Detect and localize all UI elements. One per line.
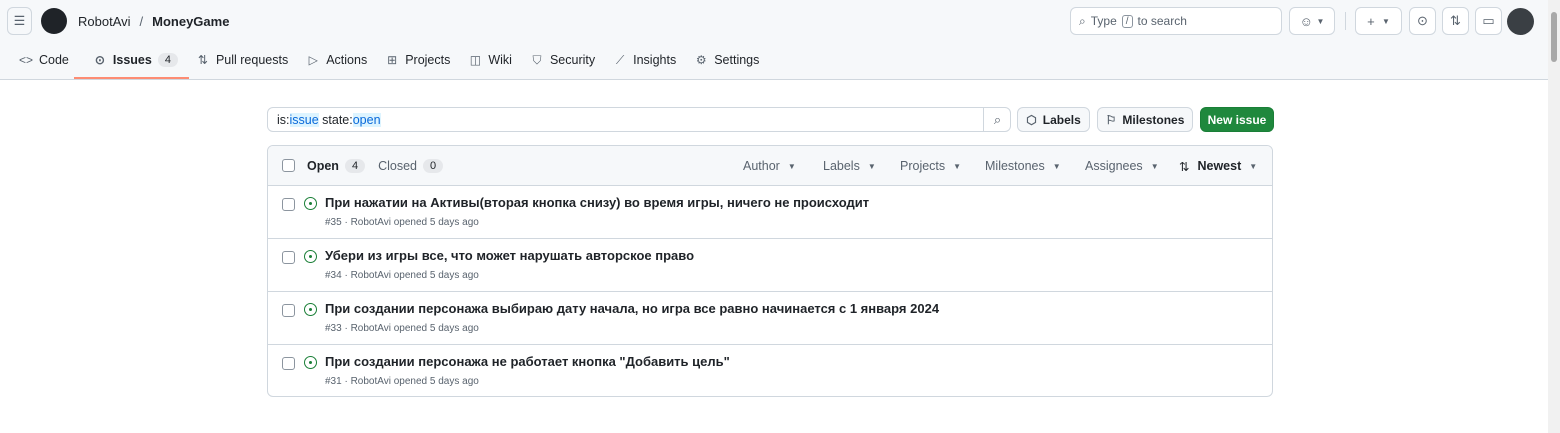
chevron-down-icon: ▼ (1052, 161, 1061, 171)
search-button[interactable]: ⌕ (983, 107, 1011, 132)
plus-icon: + (1367, 13, 1375, 29)
inbox-icon: ▭ (1482, 13, 1495, 28)
milestone-icon: ⚐ (1105, 112, 1117, 127)
tab-pull-requests[interactable]: ⇅ Pull requests (187, 50, 297, 70)
issue-opened-icon (304, 356, 317, 369)
pull-requests-button[interactable]: ⇅ (1442, 7, 1469, 35)
owner-link[interactable]: RobotAvi (78, 14, 131, 29)
issue-meta: #33 · RobotAvi opened 5 days ago (325, 323, 479, 334)
create-new-button[interactable]: + ▼ (1355, 7, 1402, 35)
repo-header: ☰ RobotAvi / MoneyGame ⌕ Type / to searc… (0, 0, 1548, 80)
issue-opened-icon: ⊙ (94, 53, 105, 67)
table-icon: ⊞ (387, 53, 398, 67)
issue-row: Убери из игры все, что может нарушать ав… (268, 239, 1272, 292)
gear-icon: ⚙ (695, 53, 707, 67)
global-search-input[interactable]: ⌕ Type / to search (1070, 7, 1282, 35)
issue-checkbox[interactable] (282, 198, 295, 211)
issue-title[interactable]: При создании персонажа выбираю дату нача… (325, 301, 939, 316)
tab-insights[interactable]: ⟋ Insights (604, 50, 685, 70)
projects-filter[interactable]: Projects ▼ (900, 146, 961, 186)
chevron-down-icon: ▼ (867, 161, 876, 171)
labels-button[interactable]: ⬡ Labels (1017, 107, 1090, 132)
issue-checkbox[interactable] (282, 357, 295, 370)
issues-search-input[interactable]: is: issue state: open (267, 107, 1011, 132)
github-logo-icon[interactable] (41, 8, 67, 34)
issue-meta: #31 · RobotAvi opened 5 days ago (325, 376, 479, 387)
repo-nav: <> Code ⊙ Issues 4 ⇅ Pull requests ▷ Actions … (10, 50, 768, 79)
avatar[interactable] (1507, 8, 1534, 35)
new-issue-button[interactable]: New issue (1200, 107, 1274, 132)
hamburger-icon: ☰ (13, 13, 26, 28)
open-count: 4 (344, 158, 366, 173)
issue-opened-icon (304, 303, 317, 316)
labels-filter[interactable]: Labels ▼ (823, 146, 876, 186)
chevron-down-icon: ▼ (1316, 16, 1325, 26)
chevron-down-icon: ▼ (1249, 161, 1258, 171)
graph-icon: ⟋ (615, 52, 625, 67)
sort-button[interactable]: ⇅ Newest ▼ (1179, 146, 1257, 186)
issue-row: При создании персонажа не работает кнопк… (268, 345, 1272, 396)
chevron-down-icon: ▼ (1150, 161, 1159, 171)
git-pull-request-icon: ⇅ (197, 53, 208, 67)
closed-filter[interactable]: Closed (378, 159, 417, 173)
milestones-filter[interactable]: Milestones ▼ (985, 146, 1061, 186)
code-icon: <> (19, 53, 34, 67)
scrollbar[interactable] (1548, 0, 1560, 433)
author-filter[interactable]: Author ▼ (743, 146, 796, 186)
issues-list-header: Open 4 Closed 0 Author ▼ Labels ▼ Projects… (268, 146, 1272, 186)
copilot-icon: ☺ (1299, 13, 1313, 29)
issue-title[interactable]: При создании персонажа не работает кнопк… (325, 354, 730, 369)
shield-icon: ⛉ (532, 52, 542, 67)
chevron-down-icon: ▼ (953, 161, 962, 171)
issue-title[interactable]: При нажатии на Активы(вторая кнопка сниз… (325, 195, 869, 210)
issue-meta: #35 · RobotAvi opened 5 days ago (325, 217, 479, 228)
sort-icon: ⇅ (1179, 159, 1190, 174)
issue-title[interactable]: Убери из игры все, что может нарушать ав… (325, 248, 694, 263)
search-icon: ⌕ (1079, 13, 1086, 28)
search-icon: ⌕ (993, 111, 1002, 127)
issue-checkbox[interactable] (282, 304, 295, 317)
assignees-filter[interactable]: Assignees ▼ (1085, 146, 1159, 186)
issue-opened-icon: ⊙ (1417, 13, 1428, 28)
shortcut-key: / (1121, 14, 1133, 28)
issue-meta: #34 · RobotAvi opened 5 days ago (325, 270, 479, 281)
tab-settings[interactable]: ⚙ Settings (685, 50, 768, 70)
tab-wiki[interactable]: ◫ Wiki (459, 50, 521, 70)
issues-button[interactable]: ⊙ (1409, 7, 1436, 35)
issue-row: При создании персонажа выбираю дату нача… (268, 292, 1272, 345)
play-icon: ▷ (308, 53, 318, 67)
issue-opened-icon (304, 197, 317, 210)
issues-list: Open 4 Closed 0 Author ▼ Labels ▼ Projects… (267, 145, 1273, 397)
closed-count: 0 (423, 158, 444, 173)
milestones-button[interactable]: ⚐ Milestones (1097, 107, 1193, 132)
tag-icon: ⬡ (1026, 112, 1037, 127)
issue-row: При нажатии на Активы(вторая кнопка сниз… (268, 186, 1272, 239)
tab-security[interactable]: ⛉ Security (521, 50, 604, 70)
issue-opened-icon (304, 250, 317, 263)
tab-code[interactable]: <> Code (10, 50, 78, 70)
tab-issues[interactable]: ⊙ Issues 4 (73, 50, 189, 79)
git-pull-request-icon: ⇅ (1450, 13, 1461, 28)
issue-checkbox[interactable] (282, 251, 295, 264)
select-all-checkbox[interactable] (282, 159, 295, 172)
chevron-down-icon: ▼ (1381, 16, 1390, 26)
breadcrumb: RobotAvi / MoneyGame (78, 14, 229, 29)
repo-link[interactable]: MoneyGame (152, 14, 229, 29)
menu-button[interactable]: ☰ (7, 7, 32, 35)
divider (1345, 12, 1346, 30)
separator: / (139, 14, 144, 29)
scrollbar-thumb[interactable] (1551, 12, 1557, 62)
open-filter[interactable]: Open (307, 159, 339, 173)
tab-projects[interactable]: ⊞ Projects (376, 50, 459, 70)
issues-count: 4 (157, 53, 178, 67)
copilot-button[interactable]: ☺ ▼ (1289, 7, 1335, 35)
chevron-down-icon: ▼ (787, 161, 796, 171)
inbox-button[interactable]: ▭ (1475, 7, 1502, 35)
tab-actions[interactable]: ▷ Actions (297, 50, 376, 70)
book-icon: ◫ (469, 53, 482, 67)
